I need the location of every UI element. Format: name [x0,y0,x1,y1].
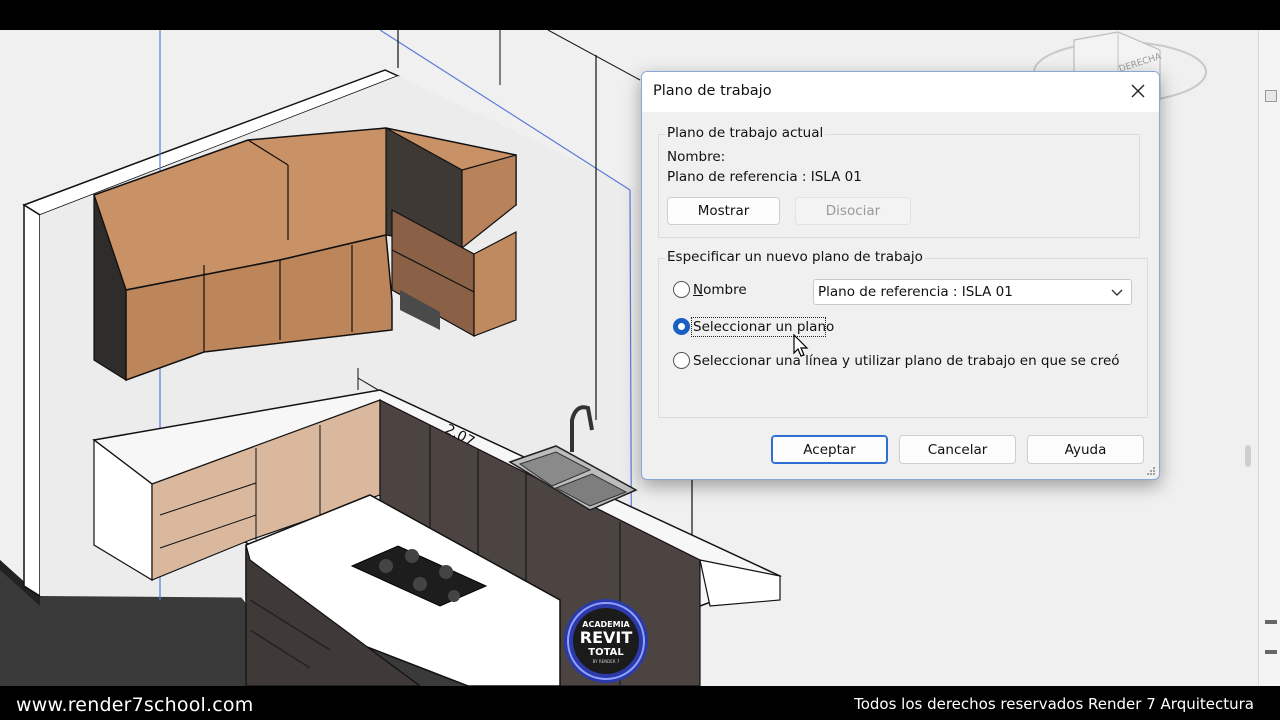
svg-text:REVIT: REVIT [580,628,633,647]
close-icon[interactable] [1125,78,1151,104]
dialog-title-bar[interactable]: Plano de trabajo [642,72,1159,112]
resize-grip-icon[interactable] [1146,466,1156,476]
academia-revit-logo: ACADEMIA REVIT TOTAL BY RENDER 7 [564,599,648,683]
right-toolbar-strip [1258,30,1280,686]
mouse-cursor-icon [793,334,809,357]
new-work-plane-legend: Especificar un nuevo plano de trabajo [665,249,925,265]
footer-copyright: Todos los derechos reservados Render 7 A… [854,695,1254,713]
svg-text:BY RENDER 7: BY RENDER 7 [593,659,620,664]
reference-plane-select[interactable]: Plano de referencia : ISLA 01 [813,279,1132,305]
toolbar-mark [1265,620,1277,624]
chevron-down-icon [1111,286,1123,302]
dialog-title: Plano de trabajo [653,83,772,99]
cancel-button[interactable]: Cancelar [899,435,1016,464]
radio-select-plane[interactable] [673,318,690,335]
radio-name[interactable] [673,281,690,298]
toolbar-mark [1265,650,1277,654]
radio-name-label[interactable]: Nombre [693,282,747,298]
ok-button[interactable]: Aceptar [771,435,888,464]
footer-website: www.render7school.com [16,694,254,716]
video-top-bar [0,0,1280,30]
help-button[interactable]: Ayuda [1027,435,1144,464]
svg-text:TOTAL: TOTAL [588,647,624,658]
work-plane-dialog: Plano de trabajo Plano de trabajo actual… [641,71,1160,480]
video-footer: www.render7school.com Todos los derechos… [0,686,1280,720]
radio-select-line-label[interactable]: Seleccionar una línea y utilizar plano d… [693,353,1120,369]
current-reference-text: Plano de referencia : ISLA 01 [667,169,862,185]
toolbar-button[interactable] [1265,90,1277,102]
show-button[interactable]: Mostrar [667,197,780,225]
radio-select-line[interactable] [673,352,690,369]
current-work-plane-legend: Plano de trabajo actual [665,125,826,141]
dissociate-button: Disociar [795,197,911,225]
mnemonic-letter: N [693,282,704,298]
radio-name-label-rest: ombre [703,282,747,298]
viewport-scroll-marker[interactable] [1245,445,1251,467]
reference-plane-select-value: Plano de referencia : ISLA 01 [818,284,1013,300]
name-label: Nombre: [667,149,726,165]
